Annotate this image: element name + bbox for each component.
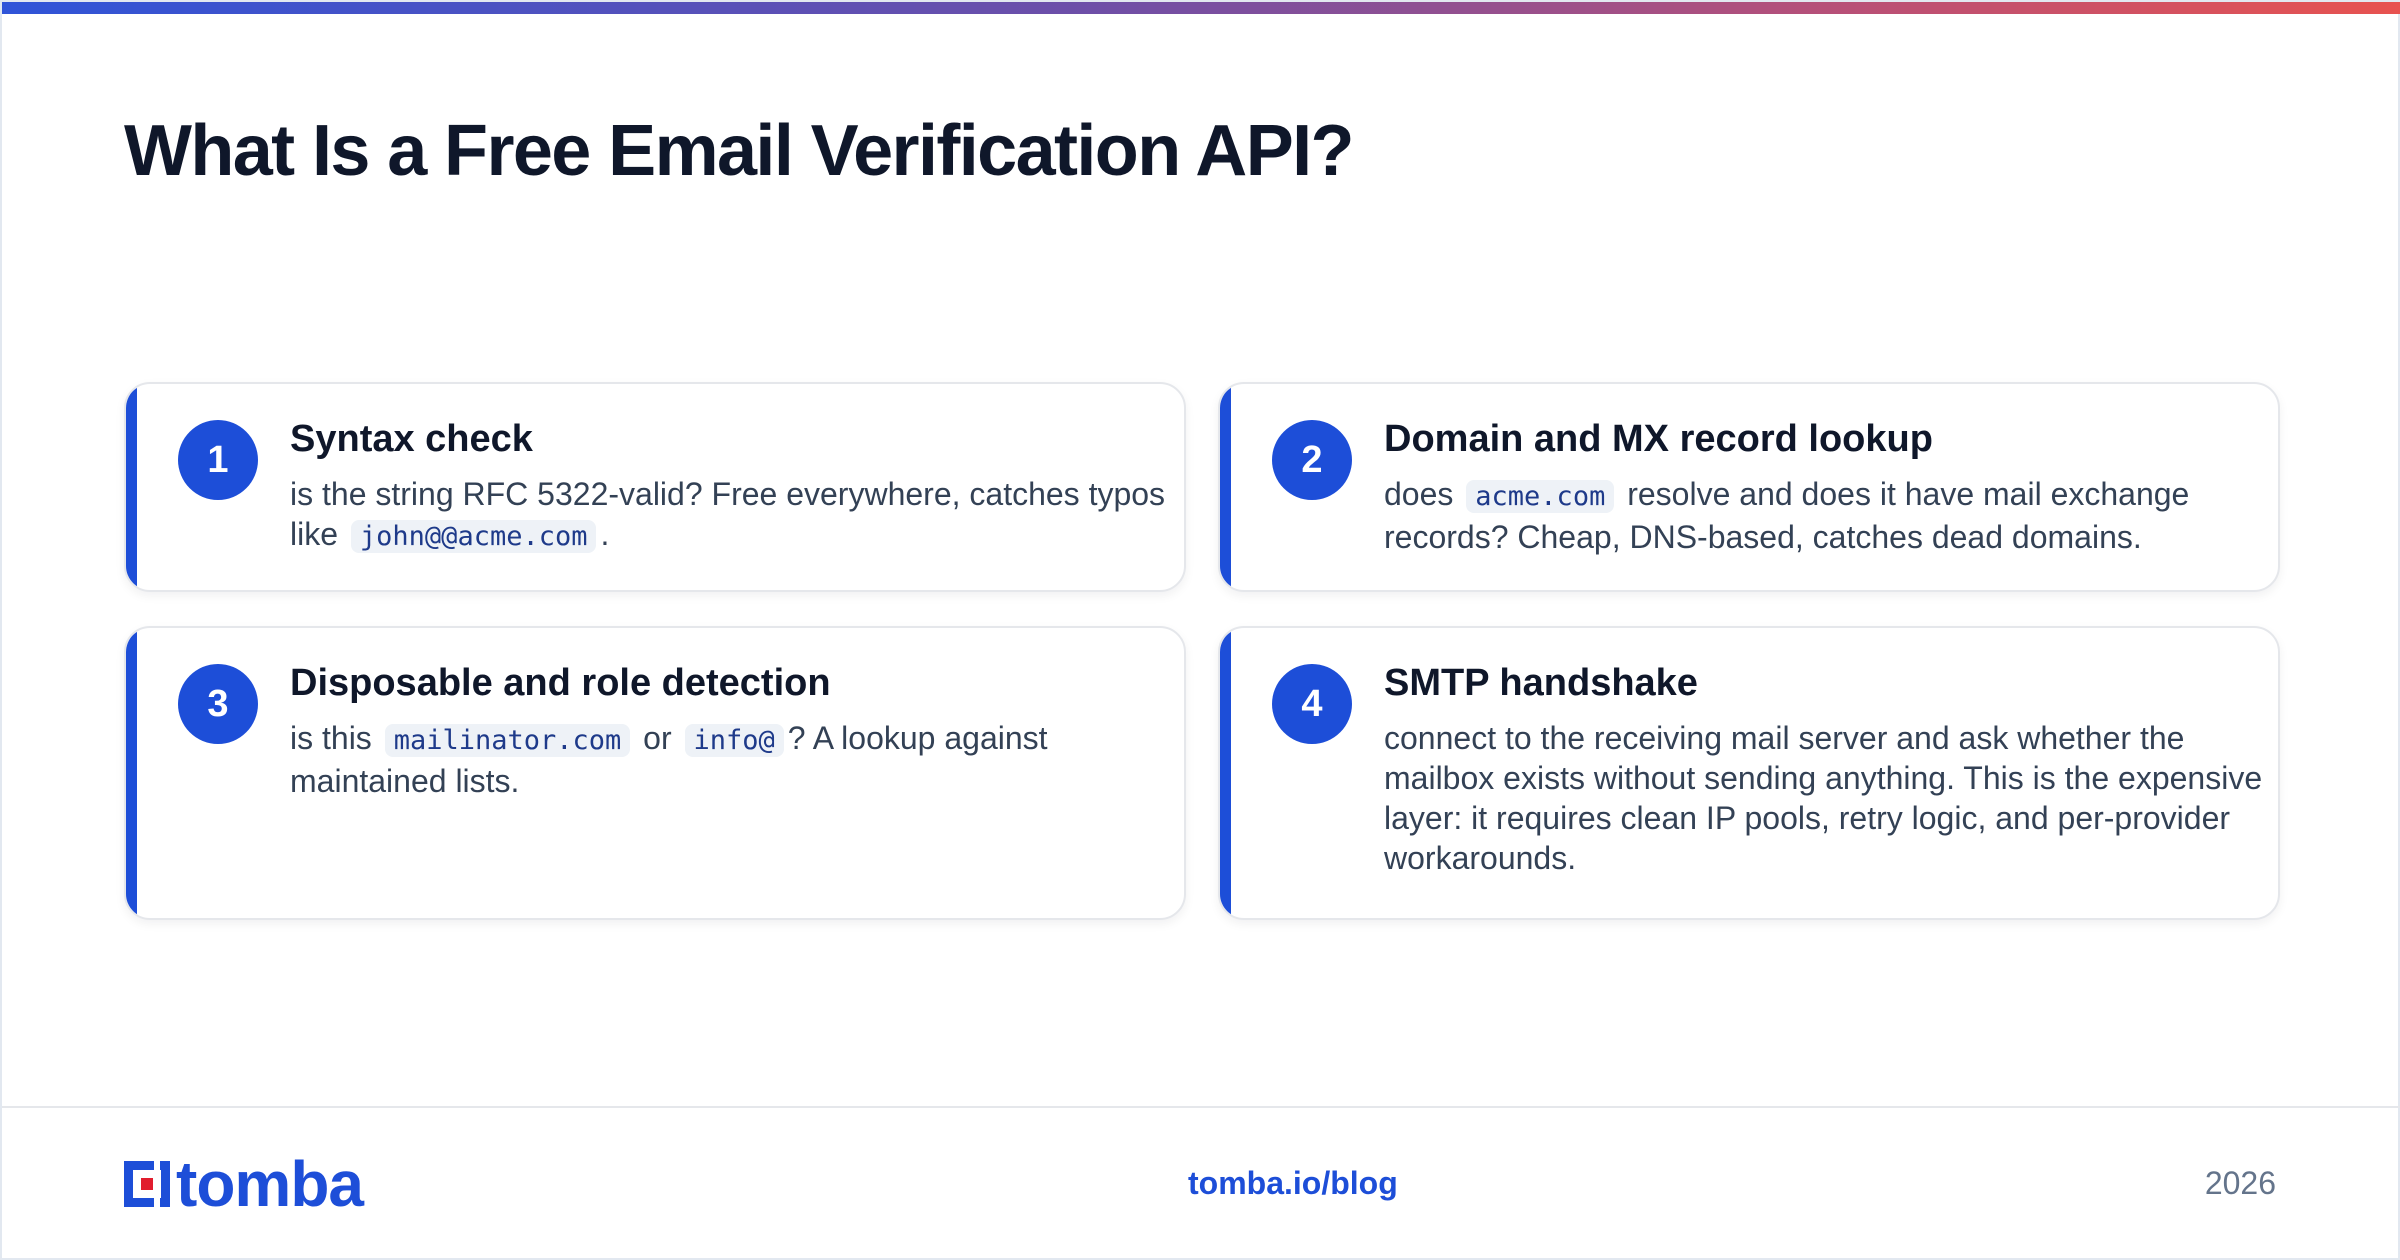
inline-code: info@ <box>684 724 784 757</box>
card-accent-bar <box>1220 384 1231 590</box>
tomba-wordmark: tomba <box>176 1148 364 1220</box>
tomba-logo-mark-icon <box>124 1161 170 1207</box>
card-description: does acme.com resolve and does it have m… <box>1384 474 2264 557</box>
body-text: connect to the receiving mail server and… <box>1384 720 2263 876</box>
step-card-smtp-handshake: 4 SMTP handshake connect to the receivin… <box>1218 626 2280 920</box>
step-card-syntax-check: 1 Syntax check is the string RFC 5322-va… <box>124 382 1186 592</box>
body-text: does <box>1384 476 1454 512</box>
body-text: is this <box>290 720 372 756</box>
inline-code: acme.com <box>1466 480 1615 513</box>
card-title: Disposable and role detection <box>290 662 831 704</box>
page-title: What Is a Free Email Verification API? <box>124 111 1355 191</box>
inline-code: mailinator.com <box>384 724 631 757</box>
footer-divider <box>2 1106 2400 1108</box>
card-description: is this mailinator.com or info@? A looku… <box>290 718 1170 801</box>
body-text: . <box>600 516 610 552</box>
card-accent-bar <box>126 628 137 918</box>
tomba-logo: tomba <box>124 1148 364 1220</box>
step-number-badge: 4 <box>1272 664 1352 744</box>
card-title: SMTP handshake <box>1384 662 1698 704</box>
slide-frame: What Is a Free Email Verification API? 1… <box>0 0 2400 1260</box>
step-card-disposable-role-detection: 3 Disposable and role detection is this … <box>124 626 1186 920</box>
step-card-domain-mx-lookup: 2 Domain and MX record lookup does acme.… <box>1218 382 2280 592</box>
step-number-badge: 3 <box>178 664 258 744</box>
top-gradient-bar <box>2 2 2400 14</box>
card-description: connect to the receiving mail server and… <box>1384 718 2264 878</box>
step-number-badge: 2 <box>1272 420 1352 500</box>
card-accent-bar <box>1220 628 1231 918</box>
footer-year: 2026 <box>2204 1165 2276 1201</box>
step-number-badge: 1 <box>178 420 258 500</box>
inline-code: john@@acme.com <box>350 520 597 553</box>
body-text: or <box>643 720 672 756</box>
card-description: is the string RFC 5322-valid? Free every… <box>290 474 1170 557</box>
card-title: Domain and MX record lookup <box>1384 418 1933 460</box>
card-accent-bar <box>126 384 137 590</box>
card-title: Syntax check <box>290 418 533 460</box>
blog-link[interactable]: tomba.io/blog <box>1188 1165 1398 1202</box>
